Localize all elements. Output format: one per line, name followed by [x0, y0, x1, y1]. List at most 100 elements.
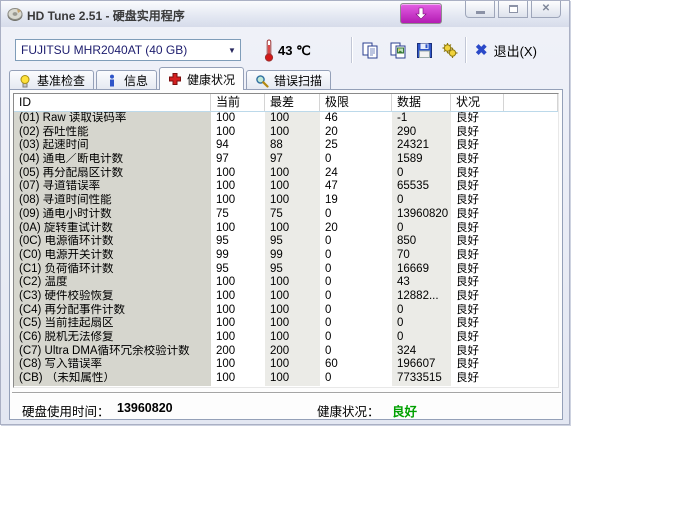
screen: HD Tune 2.51 - 硬盘实用程序 ✕ FUJITSU MHR2040A… — [0, 0, 700, 525]
cell-filler — [504, 112, 558, 126]
cell-worst: 200 — [265, 345, 320, 359]
cell-filler — [504, 276, 558, 290]
tab-benchmark[interactable]: 基准检查 — [9, 70, 94, 90]
smart-attributes-table: ID 当前 最差 极限 数据 状况 (01) Raw 读取误码率 100 100… — [13, 93, 559, 388]
cell-filler — [504, 263, 558, 277]
cell-status: 良好 — [451, 290, 504, 304]
tab-info[interactable]: 信息 — [96, 70, 157, 90]
copy-image-button[interactable] — [387, 40, 409, 60]
exit-label: 退出(X) — [494, 41, 537, 60]
cell-current: 97 — [211, 153, 265, 167]
window-controls: ✕ — [465, 1, 561, 18]
info-icon — [105, 74, 119, 88]
table-row[interactable]: (C7) Ultra DMA循环冗余校验计数 200 200 0 324 良好 — [14, 345, 558, 359]
health-status-value: 良好 — [392, 401, 417, 420]
table-row[interactable]: (C1) 负荷循环计数 95 95 0 16669 良好 — [14, 263, 558, 277]
tab-error-scan[interactable]: 错误扫描 — [246, 70, 331, 90]
cell-threshold: 19 — [320, 194, 392, 208]
cell-data: 24321 — [392, 139, 451, 153]
close-button[interactable]: ✕ — [531, 1, 561, 18]
cell-status: 良好 — [451, 358, 504, 372]
cell-id: (C4) 再分配事件计数 — [14, 304, 211, 318]
save-button[interactable] — [413, 40, 435, 60]
window-title: HD Tune 2.51 - 硬盘实用程序 — [27, 7, 185, 24]
cell-filler — [504, 180, 558, 194]
cell-filler — [504, 358, 558, 372]
health-cross-icon — [168, 72, 182, 86]
table-row[interactable]: (C8) 写入错误率 100 100 60 196607 良好 — [14, 358, 558, 372]
cell-filler — [504, 194, 558, 208]
cell-data: 12882... — [392, 290, 451, 304]
cell-id: (C2) 温度 — [14, 276, 211, 290]
thermometer-icon — [263, 38, 275, 62]
cell-status: 良好 — [451, 331, 504, 345]
cell-status: 良好 — [451, 249, 504, 263]
cell-worst: 88 — [265, 139, 320, 153]
cell-worst: 100 — [265, 222, 320, 236]
cell-status: 良好 — [451, 167, 504, 181]
table-row[interactable]: (C0) 电源开关计数 99 99 0 70 良好 — [14, 249, 558, 263]
title-bar[interactable]: HD Tune 2.51 - 硬盘实用程序 ✕ — [1, 1, 569, 27]
exit-button[interactable]: ✖ 退出(X) — [475, 39, 537, 61]
cell-id: (0C) 电源循环计数 — [14, 235, 211, 249]
cell-filler — [504, 290, 558, 304]
maximize-button[interactable] — [498, 1, 528, 18]
cell-current: 100 — [211, 358, 265, 372]
table-row[interactable]: (01) Raw 读取误码率 100 100 46 -1 良好 — [14, 112, 558, 126]
table-row[interactable]: (09) 通电小时计数 75 75 0 13960820 良好 — [14, 208, 558, 222]
column-header-status: 状况 — [451, 94, 504, 111]
table-row[interactable]: (07) 寻道错误率 100 100 47 65535 良好 — [14, 180, 558, 194]
table-row[interactable]: (03) 起速时间 94 88 25 24321 良好 — [14, 139, 558, 153]
table-row[interactable]: (02) 吞吐性能 100 100 20 290 良好 — [14, 126, 558, 140]
download-button[interactable] — [400, 3, 442, 24]
chevron-down-icon[interactable]: ▼ — [224, 46, 240, 55]
minimize-button[interactable] — [465, 1, 495, 18]
cell-data: 0 — [392, 331, 451, 345]
cell-threshold: 25 — [320, 139, 392, 153]
cell-worst: 100 — [265, 317, 320, 331]
cell-current: 100 — [211, 317, 265, 331]
table-row[interactable]: (08) 寻道时间性能 100 100 19 0 良好 — [14, 194, 558, 208]
table-row[interactable]: (05) 再分配扇区计数 100 100 24 0 良好 — [14, 167, 558, 181]
cell-id: (0A) 旋转重试计数 — [14, 222, 211, 236]
table-row[interactable]: (0C) 电源循环计数 95 95 0 850 良好 — [14, 235, 558, 249]
drive-selector-value: FUJITSU MHR2040AT (40 GB) — [16, 43, 224, 57]
options-button[interactable] — [439, 40, 461, 60]
cell-filler — [504, 372, 558, 386]
tab-health[interactable]: 健康状况 — [159, 67, 244, 90]
cell-worst: 100 — [265, 180, 320, 194]
cell-data: 13960820 — [392, 208, 451, 222]
cell-id: (08) 寻道时间性能 — [14, 194, 211, 208]
download-arrow-icon — [413, 7, 429, 21]
table-row[interactable]: (C6) 脱机无法修复 100 100 0 0 良好 — [14, 331, 558, 345]
cell-status: 良好 — [451, 372, 504, 386]
cell-id: (04) 通电／断电计数 — [14, 153, 211, 167]
table-header-row: ID 当前 最差 极限 数据 状况 — [14, 94, 558, 112]
cell-current: 100 — [211, 126, 265, 140]
cell-status: 良好 — [451, 222, 504, 236]
cell-worst: 100 — [265, 112, 320, 126]
tab-label: 基准检查 — [37, 72, 85, 89]
cell-data: 196607 — [392, 358, 451, 372]
table-row[interactable]: (C4) 再分配事件计数 100 100 0 0 良好 — [14, 304, 558, 318]
cell-threshold: 0 — [320, 345, 392, 359]
cell-current: 100 — [211, 304, 265, 318]
column-header-threshold: 极限 — [320, 94, 392, 111]
table-row[interactable]: (C2) 温度 100 100 0 43 良好 — [14, 276, 558, 290]
table-row[interactable]: (04) 通电／断电计数 97 97 0 1589 良好 — [14, 153, 558, 167]
copy-button[interactable] — [359, 40, 381, 60]
drive-selector[interactable]: FUJITSU MHR2040AT (40 GB) ▼ — [15, 39, 241, 61]
table-row[interactable]: (CB) （未知属性） 100 100 0 7733515 良好 — [14, 372, 558, 386]
table-row[interactable]: (C5) 当前挂起扇区 100 100 0 0 良好 — [14, 317, 558, 331]
table-row[interactable]: (0A) 旋转重试计数 100 100 20 0 良好 — [14, 222, 558, 236]
cell-threshold: 0 — [320, 304, 392, 318]
cell-status: 良好 — [451, 263, 504, 277]
cell-filler — [504, 208, 558, 222]
cell-worst: 100 — [265, 126, 320, 140]
save-icon — [416, 42, 433, 59]
cell-current: 100 — [211, 180, 265, 194]
cell-worst: 99 — [265, 249, 320, 263]
table-row[interactable]: (C3) 硬件校验恢复 100 100 0 12882... 良好 — [14, 290, 558, 304]
cell-data: 70 — [392, 249, 451, 263]
cell-threshold: 0 — [320, 331, 392, 345]
